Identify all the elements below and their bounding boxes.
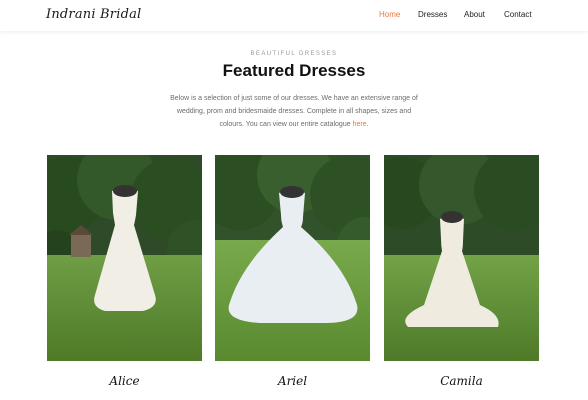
- dress-name[interactable]: Ariel: [215, 374, 370, 388]
- nav-link-dresses[interactable]: Dresses: [418, 10, 447, 19]
- dress-photo[interactable]: [384, 155, 539, 361]
- nav-link-home[interactable]: Home: [379, 10, 400, 19]
- dress-card-ariel[interactable]: Ariel: [215, 155, 370, 388]
- top-navbar: Indrani Bridal Home Dresses About Contac…: [0, 0, 588, 31]
- dress-photo-illustration: [47, 155, 202, 361]
- dress-photo[interactable]: [215, 155, 370, 361]
- intro-text: Below is a selection of just some of our…: [170, 95, 418, 128]
- nav-link-about[interactable]: About: [464, 10, 485, 19]
- section-kicker: BEAUTIFUL DRESSES: [250, 51, 338, 57]
- intro-paragraph: Below is a selection of just some of our…: [164, 92, 424, 131]
- dress-name[interactable]: Camila: [384, 374, 539, 388]
- dress-name[interactable]: Alice: [47, 374, 202, 388]
- page-title: Featured Dresses: [222, 61, 366, 80]
- catalogue-link[interactable]: here: [353, 121, 367, 128]
- dress-photo[interactable]: [47, 155, 202, 361]
- brand-logo[interactable]: Indrani Bridal: [46, 7, 141, 22]
- nav-link-contact[interactable]: Contact: [504, 10, 532, 19]
- dress-photo-illustration: [384, 155, 539, 361]
- dress-card-alice[interactable]: Alice: [47, 155, 202, 388]
- intro-end: .: [366, 121, 369, 128]
- dress-card-camila[interactable]: Camila: [384, 155, 539, 388]
- dress-photo-illustration: [215, 155, 370, 361]
